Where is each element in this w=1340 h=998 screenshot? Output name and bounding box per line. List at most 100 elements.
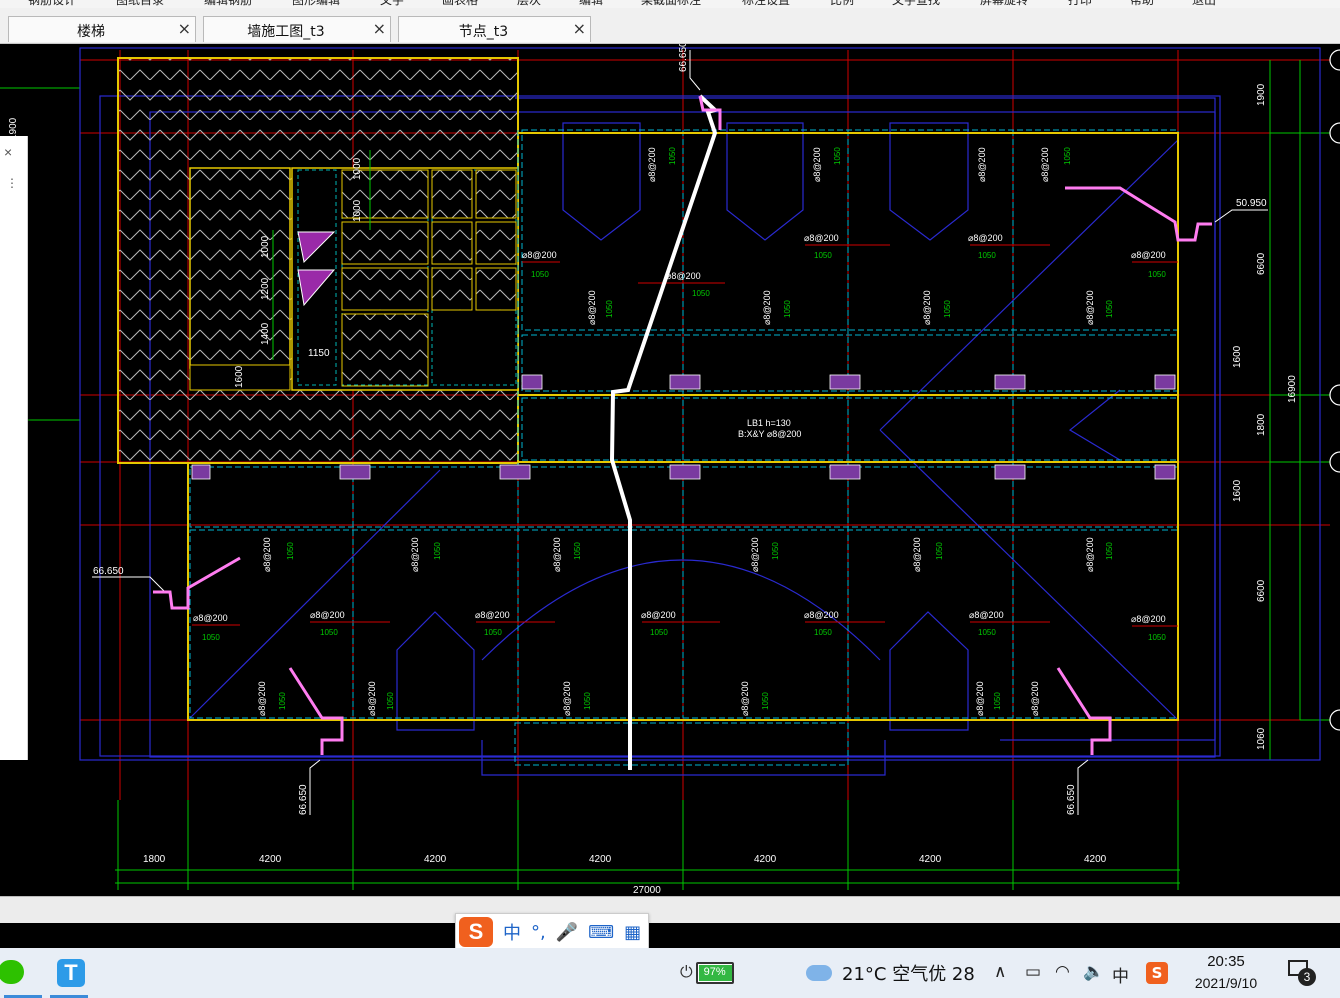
tab-stairs[interactable]: 楼梯 × bbox=[8, 16, 196, 42]
menu-item[interactable]: 画表格 bbox=[442, 0, 478, 8]
rebar-label: ⌀8@200 bbox=[641, 610, 676, 620]
rebar-label: ⌀8@200 bbox=[262, 537, 272, 572]
sogou-logo-icon[interactable]: S bbox=[459, 917, 493, 947]
rebar-label: ⌀8@200 bbox=[410, 537, 420, 572]
menu-item[interactable]: 文字查找 bbox=[892, 0, 940, 8]
rebar-length: 1050 bbox=[935, 542, 944, 560]
notification-count-badge: 3 bbox=[1298, 968, 1316, 986]
tray-overflow-chevron-icon[interactable]: ∧ bbox=[994, 962, 1006, 982]
dimension-label: 6600 bbox=[1256, 252, 1267, 275]
microphone-icon[interactable]: 🎤 bbox=[556, 922, 578, 943]
elevation-label: 50.950 bbox=[1236, 198, 1267, 209]
dimension-label: 1600 bbox=[1232, 345, 1243, 368]
elevation-label: 66.650 bbox=[678, 44, 689, 72]
rebar-length: 1050 bbox=[320, 628, 338, 637]
dimension-label: 1060 bbox=[1256, 727, 1267, 750]
toolbox-icon[interactable]: ▦ bbox=[624, 922, 641, 943]
battery-icon: 97% bbox=[695, 962, 734, 984]
weather-text: 21°C 空气优 28 bbox=[842, 964, 975, 985]
charging-plug-icon: ⏻ bbox=[680, 964, 693, 981]
menu-bar: 钢筋设计 图纸目录 编辑钢筋 图形编辑 文字 画表格 层次 编辑 梁截面标注 标注设置 比例 文字查找… bbox=[0, 0, 1340, 8]
notification-center-button[interactable]: 3 bbox=[1288, 960, 1316, 986]
rebar-length: 1050 bbox=[286, 542, 295, 560]
menu-item[interactable]: 比例 bbox=[830, 0, 854, 8]
wechat-icon bbox=[0, 960, 24, 984]
menu-item[interactable]: 文字 bbox=[380, 0, 404, 8]
close-icon[interactable]: × bbox=[178, 19, 191, 38]
ime-mode-toggle[interactable]: 中 bbox=[503, 919, 521, 945]
menu-item[interactable]: 帮助 bbox=[1130, 0, 1154, 8]
rebar-length: 1050 bbox=[943, 300, 952, 318]
rebar-label: ⌀8@200 bbox=[1085, 537, 1095, 572]
weather-widget[interactable]: 21°C 空气优 28 bbox=[806, 960, 975, 986]
system-clock[interactable]: 20:35 2021/9/10 bbox=[1185, 952, 1267, 994]
rebar-length: 1050 bbox=[1105, 300, 1114, 318]
rebar-label: ⌀8@200 bbox=[812, 147, 822, 182]
rebar-length: 1050 bbox=[668, 147, 677, 165]
battery-indicator[interactable]: ⏻ 97% bbox=[680, 962, 734, 984]
rebar-length: 1050 bbox=[692, 289, 710, 298]
rebar-label: ⌀8@200 bbox=[804, 233, 839, 243]
menu-item[interactable]: 层次 bbox=[517, 0, 541, 8]
more-options-icon[interactable]: ⋮ bbox=[6, 176, 18, 190]
cad-drawing-canvas[interactable]: LB1 h=130 B:X&Y ⌀8@200 ⌀8@200 ⌀8@200 ⌀8@… bbox=[0, 44, 1340, 896]
dimension-label: 6600 bbox=[1256, 579, 1267, 602]
battery-percent: 97% bbox=[703, 966, 726, 978]
close-icon[interactable]: × bbox=[4, 144, 12, 160]
cloud-icon bbox=[806, 965, 832, 981]
elevation-label: 66.650 bbox=[93, 566, 124, 577]
rebar-label: ⌀8@200 bbox=[1085, 290, 1095, 325]
tab-label: 楼梯 bbox=[77, 24, 105, 40]
rebar-length: 1050 bbox=[783, 300, 792, 318]
rebar-label: ⌀8@200 bbox=[522, 250, 557, 260]
rebar-length: 1050 bbox=[1105, 542, 1114, 560]
menu-item[interactable]: 退出 bbox=[1192, 0, 1216, 8]
taskbar: T bbox=[0, 948, 1340, 998]
menu-item[interactable]: 屏幕旋转 bbox=[980, 0, 1028, 8]
rebar-length: 1050 bbox=[814, 251, 832, 260]
rebar-label: ⌀8@200 bbox=[587, 290, 597, 325]
rebar-label: ⌀8@200 bbox=[922, 290, 932, 325]
taskbar-app-wechat[interactable] bbox=[0, 948, 46, 998]
wifi-icon[interactable]: ◠ bbox=[1055, 962, 1070, 982]
taskbar-app-tcad[interactable]: T bbox=[46, 948, 92, 998]
rebar-length: 1050 bbox=[583, 692, 592, 710]
slab-note-line1: LB1 h=130 bbox=[747, 418, 791, 428]
rebar-label: ⌀8@200 bbox=[804, 610, 839, 620]
menu-item[interactable]: 标注设置 bbox=[742, 0, 790, 8]
rebar-length: 1050 bbox=[433, 542, 442, 560]
status-strip bbox=[0, 896, 1340, 923]
input-language-indicator[interactable]: 中 bbox=[1112, 962, 1129, 987]
close-icon[interactable]: × bbox=[373, 19, 386, 38]
dimension-label: 4200 bbox=[589, 854, 612, 865]
display-icon[interactable]: ▭ bbox=[1025, 962, 1041, 982]
menu-item[interactable]: 图形编辑 bbox=[292, 0, 340, 8]
rebar-length: 1050 bbox=[1063, 147, 1072, 165]
ime-punctuation-toggle[interactable]: °, bbox=[531, 922, 546, 943]
total-dimension: 27000 bbox=[633, 885, 661, 896]
tab-wall-construction[interactable]: 墙施工图_t3 × bbox=[203, 16, 391, 42]
menu-item[interactable]: 钢筋设计 bbox=[28, 0, 76, 8]
rebar-length: 1050 bbox=[978, 628, 996, 637]
menu-item[interactable]: 图纸目录 bbox=[116, 0, 164, 8]
keyboard-icon[interactable]: ⌨ bbox=[588, 922, 614, 943]
rebar-length: 1050 bbox=[650, 628, 668, 637]
menu-item[interactable]: 编辑 bbox=[579, 0, 603, 8]
rebar-label: ⌀8@200 bbox=[975, 681, 985, 716]
rebar-length: 1050 bbox=[605, 300, 614, 318]
rebar-label: ⌀8@200 bbox=[750, 537, 760, 572]
menu-item[interactable]: 梁截面标注 bbox=[641, 0, 701, 8]
clock-time: 20:35 bbox=[1207, 953, 1245, 970]
rebar-length: 1050 bbox=[978, 251, 996, 260]
volume-icon[interactable]: 🔈 bbox=[1083, 962, 1104, 982]
dimension-label: 1900 bbox=[1256, 83, 1267, 106]
rebar-label: ⌀8@200 bbox=[1030, 681, 1040, 716]
rebar-length: 1050 bbox=[814, 628, 832, 637]
close-icon[interactable]: × bbox=[573, 19, 586, 38]
sogou-tray-icon[interactable]: S bbox=[1146, 962, 1168, 984]
rebar-label: ⌀8@200 bbox=[310, 610, 345, 620]
tab-node[interactable]: 节点_t3 × bbox=[398, 16, 591, 42]
rebar-length: 1050 bbox=[278, 692, 287, 710]
menu-item[interactable]: 打印 bbox=[1068, 0, 1092, 8]
menu-item[interactable]: 编辑钢筋 bbox=[204, 0, 252, 8]
